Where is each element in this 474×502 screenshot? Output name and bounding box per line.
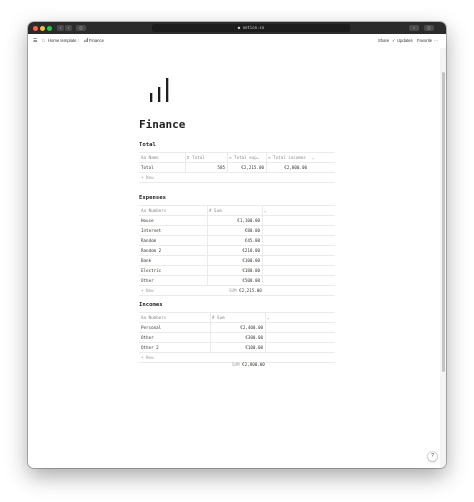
- total-table-header: Aa Name Σ Total ≈ Total exp… ≈ Total inc…: [139, 152, 335, 163]
- table-row[interactable]: Other 2 €100.00: [139, 343, 335, 353]
- column-header-total-expenses[interactable]: ≈ Total exp…: [229, 153, 259, 162]
- column-header-numbers[interactable]: Aa Numbers: [141, 313, 166, 322]
- browser-titlebar: ‹ › ◫ ● notion.so ⇧ ◫: [28, 22, 446, 34]
- total-heading[interactable]: Total: [139, 142, 156, 148]
- row-total: 585: [217, 165, 225, 170]
- column-header-total-incomes[interactable]: ≈ Total incomes: [268, 153, 306, 162]
- check-icon: ✓: [392, 38, 396, 43]
- scrollbar-thumb[interactable]: [442, 72, 445, 372]
- breadcrumb-page[interactable]: Finance: [89, 34, 104, 48]
- menu-icon[interactable]: ☰: [33, 34, 37, 48]
- incomes-table: Aa Numbers # Sum ⌄ Personal €2,400.00 Ot…: [139, 312, 335, 363]
- expenses-sum[interactable]: SUM €2,215.00: [229, 288, 262, 293]
- address-bar-url: notion.so: [242, 25, 265, 30]
- table-row[interactable]: Other €500.00: [139, 276, 335, 286]
- row-total-incomes: €2,800.00: [284, 165, 307, 170]
- sum-label: SUM: [229, 288, 237, 293]
- breadcrumb-separator: /: [78, 38, 80, 43]
- incomes-sum[interactable]: SUM €2,800.00: [232, 362, 265, 367]
- bar-chart-icon[interactable]: [150, 78, 169, 106]
- column-header-sum[interactable]: # Sum: [212, 313, 225, 322]
- chevron-down-icon[interactable]: ⌄: [264, 206, 267, 215]
- back-icon[interactable]: ‹: [57, 25, 64, 31]
- page-title[interactable]: Finance: [139, 118, 185, 131]
- close-window-button[interactable]: [33, 26, 38, 31]
- table-row[interactable]: Random €45.00: [139, 236, 335, 246]
- table-row[interactable]: Internet €80.00: [139, 226, 335, 236]
- incomes-table-header: Aa Numbers # Sum ⌄: [139, 312, 335, 323]
- finance-page-icon: [84, 34, 88, 48]
- scrollbar-track[interactable]: [440, 48, 446, 468]
- expenses-table: Aa Numbers # Sum ⌄ House €1,100.00 Inter…: [139, 205, 335, 296]
- expenses-table-header: Aa Numbers # Sum ⌄: [139, 205, 335, 216]
- expenses-heading[interactable]: Expenses: [139, 195, 166, 201]
- table-row[interactable]: Bank €100.00: [139, 256, 335, 266]
- home-template-icon: □: [42, 38, 45, 43]
- new-row-button[interactable]: + New: [139, 173, 335, 183]
- table-row[interactable]: Other €300.00: [139, 333, 335, 343]
- sum-label: SUM: [232, 362, 240, 367]
- table-row[interactable]: Random 2 €210.00: [139, 246, 335, 256]
- more-options-button[interactable]: ···: [434, 34, 438, 48]
- address-bar[interactable]: ● notion.so: [152, 24, 350, 32]
- share-page-icon[interactable]: ⇧: [409, 25, 419, 31]
- column-header-total[interactable]: Σ Total: [187, 153, 205, 162]
- chevron-down-icon[interactable]: ⌄: [312, 153, 315, 162]
- updates-button[interactable]: Updates: [397, 34, 413, 48]
- lock-icon: ●: [237, 25, 241, 30]
- help-button[interactable]: ?: [428, 452, 437, 461]
- breadcrumb-home[interactable]: Home template: [48, 34, 76, 48]
- tabs-overview-icon[interactable]: ◫: [424, 25, 434, 31]
- favorite-button[interactable]: Favorite: [417, 34, 432, 48]
- sum-value: €2,215.00: [239, 288, 262, 293]
- minimize-window-button[interactable]: [40, 26, 45, 31]
- forward-icon[interactable]: ›: [65, 25, 72, 31]
- total-table: Aa Name Σ Total ≈ Total exp… ≈ Total inc…: [139, 152, 335, 183]
- table-row[interactable]: Total 585 €2,215.00 €2,800.00: [139, 163, 335, 173]
- table-row[interactable]: House €1,100.00: [139, 216, 335, 226]
- maximize-window-button[interactable]: [47, 26, 52, 31]
- browser-window: ‹ › ◫ ● notion.so ⇧ ◫ ☰ □ Home template …: [28, 22, 446, 468]
- row-total-expenses: €2,215.00: [241, 165, 264, 170]
- share-button[interactable]: Share: [378, 34, 389, 48]
- column-header-sum[interactable]: # Sum: [209, 206, 222, 215]
- row-name: Total: [141, 165, 154, 170]
- column-header-name[interactable]: Aa Name: [141, 153, 159, 162]
- table-row[interactable]: Electric €180.00: [139, 266, 335, 276]
- incomes-heading[interactable]: Incomes: [139, 302, 163, 308]
- table-row[interactable]: Personal €2,400.00: [139, 323, 335, 333]
- chevron-down-icon[interactable]: ⌄: [267, 313, 270, 322]
- sum-value: €2,800.00: [242, 362, 265, 367]
- column-header-numbers[interactable]: Aa Numbers: [141, 206, 166, 215]
- notion-topbar: ☰ □ Home template / Finance Share ✓ Upda…: [28, 34, 446, 48]
- sidebar-toggle-icon[interactable]: ◫: [76, 25, 86, 31]
